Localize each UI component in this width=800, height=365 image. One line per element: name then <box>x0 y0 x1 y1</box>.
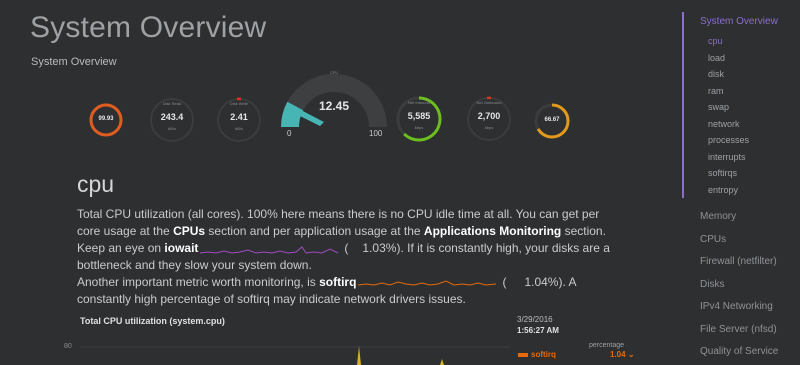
net-inbound-gauge-value: 5,585 <box>407 111 431 121</box>
chevron-down-icon: ⌄ <box>627 350 635 359</box>
disk-write-gauge-value: 2.41 <box>230 112 248 122</box>
cpu-gauge-min: 0 <box>287 129 292 138</box>
description-text: ( <box>344 241 349 255</box>
cpu-gauge-max: 100 <box>369 129 383 138</box>
applications-monitoring-link[interactable]: Applications Monitoring <box>424 224 561 238</box>
nav-system-overview[interactable]: System Overview <box>700 16 778 27</box>
softirq-value: 1.04% <box>524 275 559 289</box>
description-text: ). If it is constantly high, your disks … <box>396 241 610 255</box>
description-text: Keep an eye on <box>77 241 165 255</box>
net-inbound-gauge[interactable]: Net Inbound 5,585 kbps <box>394 94 444 144</box>
iowait-label: iowait <box>164 241 199 255</box>
disk-read-gauge-title: Disk Read <box>162 101 182 106</box>
description-line-5: Another important metric worth monitorin… <box>77 275 576 289</box>
section-heading: cpu <box>77 171 115 197</box>
disk-read-gauge-value: 243.4 <box>160 112 184 122</box>
legend-softirq-value: 1.04 ⌄ <box>610 350 635 359</box>
legend-date: 3/29/2016 <box>517 315 553 324</box>
swap-gauge-value: 99.93 <box>98 116 114 122</box>
nav-active-indicator <box>682 12 684 198</box>
nav-section-disks[interactable]: Disks <box>700 279 724 290</box>
softirq-label: softirq <box>319 275 357 289</box>
nav-item-swap[interactable]: swap <box>708 102 729 112</box>
net-inbound-gauge-title: Net Inbound <box>408 100 430 105</box>
nav-section-cpus[interactable]: CPUs <box>700 234 726 245</box>
chart-y-tick: 80 <box>64 343 72 350</box>
net-outbound-gauge-title: Net Outbound <box>476 100 502 105</box>
nav-section-ipv4-networking[interactable]: IPv4 Networking <box>700 301 773 312</box>
legend-unit: percentage <box>589 342 625 349</box>
nav-section-file-server-nfsd[interactable]: File Server (nfsd) <box>700 324 777 335</box>
nav-item-cpu[interactable]: cpu <box>708 36 723 46</box>
description-line-3: Keep an eye on iowait (1.03%). If it is c… <box>77 241 610 255</box>
nav-section-memory[interactable]: Memory <box>700 211 736 222</box>
disk-write-gauge-title: Disk Write <box>229 101 249 106</box>
disk-read-gauge-unit: kB/s <box>168 126 176 131</box>
page-subtitle: System Overview <box>31 56 117 68</box>
disk-write-gauge-unit: kB/s <box>235 126 243 131</box>
nav-item-interrupts[interactable]: interrupts <box>708 152 746 162</box>
description-text: Another important metric worth monitorin… <box>77 275 320 289</box>
cpus-section-link[interactable]: CPUs <box>173 224 205 238</box>
nav-item-network[interactable]: network <box>708 119 740 129</box>
description-text: ). A <box>558 275 577 289</box>
nav-item-entropy[interactable]: entropy <box>708 185 738 195</box>
nav-item-load[interactable]: load <box>708 53 725 63</box>
iowait-sparkline[interactable] <box>198 243 340 255</box>
disk-write-gauge[interactable]: Disk Write 2.41 kB/s <box>214 95 264 145</box>
chart-spike <box>357 346 361 365</box>
net-outbound-gauge[interactable]: Net Outbound 2,700 kbps <box>464 94 514 144</box>
cpu-gauge-value: 12.45 <box>318 99 350 113</box>
softirq-sparkline[interactable] <box>356 277 498 289</box>
description-text: ( <box>502 275 507 289</box>
legend-softirq-name[interactable]: softirq <box>531 350 556 359</box>
cpu-gauge-title: CPU <box>329 70 339 75</box>
legend-value-text: 1.04 <box>610 350 626 359</box>
swap-gauge[interactable]: 99.93 <box>88 102 124 138</box>
nav-item-ram[interactable]: ram <box>708 86 724 96</box>
nav-item-processes[interactable]: processes <box>708 135 749 145</box>
description-line-4: bottleneck and they slow your system dow… <box>77 258 312 272</box>
legend-time: 1:56:27 AM <box>517 326 559 335</box>
description-text: section and per application usage at the <box>205 224 424 238</box>
net-outbound-gauge-value: 2,700 <box>477 111 501 121</box>
net-inbound-gauge-unit: kbps <box>414 125 424 130</box>
nav-item-softirqs[interactable]: softirqs <box>708 168 737 178</box>
description-line-1: Total CPU utilization (all cores). 100% … <box>77 207 600 221</box>
description-line-6: constantly high percentage of softirq ma… <box>77 292 466 306</box>
chart-title: Total CPU utilization (system.cpu) <box>80 316 225 326</box>
nav-section-firewall-netfilter[interactable]: Firewall (netfilter) <box>700 256 777 267</box>
description-text: core usage at the <box>77 224 174 238</box>
ram-gauge[interactable]: 66.67 <box>533 102 571 140</box>
net-outbound-gauge-unit: kbps <box>484 125 494 130</box>
legend-softirq-swatch[interactable] <box>518 353 528 357</box>
nav-item-disk[interactable]: disk <box>708 69 724 79</box>
iowait-value: 1.03% <box>362 241 397 255</box>
chart-spike <box>440 359 444 365</box>
ram-gauge-value: 66.67 <box>544 117 560 123</box>
description-text: section. <box>561 224 606 238</box>
description-line-2: core usage at the CPUs section and per a… <box>77 224 606 238</box>
cpu-chart-plot[interactable] <box>80 326 510 365</box>
nav-section-quality-of-service[interactable]: Quality of Service <box>700 346 778 357</box>
page-title: System Overview <box>30 11 267 44</box>
disk-read-gauge[interactable]: Disk Read 243.4 kB/s <box>147 95 197 145</box>
cpu-gauge[interactable]: CPU 12.45 0 100 <box>278 68 390 144</box>
